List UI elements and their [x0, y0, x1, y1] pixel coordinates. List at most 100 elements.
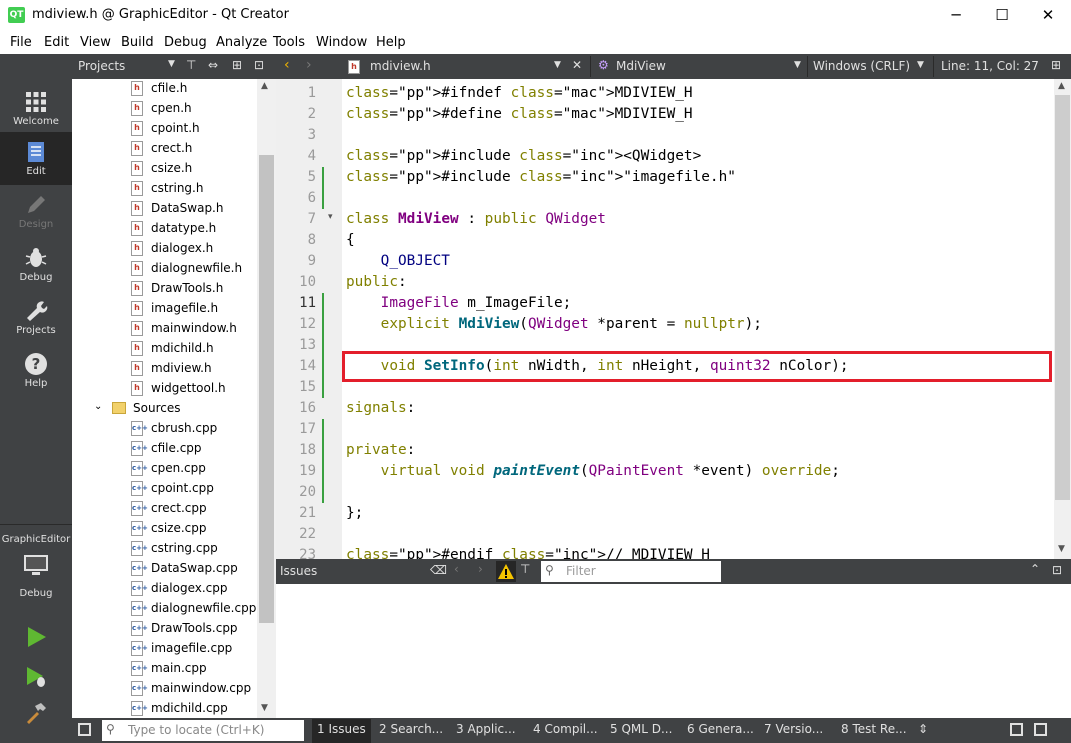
code-line[interactable]: }; — [346, 503, 363, 524]
tree-file-item[interactable]: h mdiview.h — [72, 359, 257, 379]
next-icon[interactable]: › — [478, 562, 483, 576]
tree-file-item[interactable]: h imagefile.h — [72, 299, 257, 319]
link-icon[interactable]: ⇔ — [208, 58, 218, 72]
output-tab-version-control[interactable]: 7 Versio... — [764, 722, 823, 736]
code-text-area[interactable]: class="pp">#ifndef class="mac">MDIVIEW_H… — [276, 79, 1054, 559]
close-document-icon[interactable]: ✕ — [572, 58, 582, 72]
output-tab-compile[interactable]: 4 Compil... — [533, 722, 598, 736]
chevron-down-icon[interactable]: ▼ — [168, 59, 175, 69]
code-line[interactable]: virtual void paintEvent(QPaintEvent *eve… — [346, 461, 840, 482]
build-button[interactable] — [24, 701, 48, 725]
output-tab-issues[interactable]: 1 Issues — [312, 719, 371, 743]
close-button[interactable]: ✕ — [1025, 0, 1071, 31]
tree-file-item[interactable]: c++ DataSwap.cpp — [72, 559, 257, 579]
tree-file-item[interactable]: h mdichild.h — [72, 339, 257, 359]
menu-tools[interactable]: Tools — [273, 35, 305, 50]
minimize-button[interactable]: ─ — [933, 0, 979, 31]
chevron-down-icon[interactable]: ▼ — [917, 60, 924, 70]
menu-view[interactable]: View — [80, 35, 111, 50]
output-tab-test-results[interactable]: 8 Test Re... — [841, 722, 907, 736]
project-tree-scroll-thumb[interactable] — [259, 155, 274, 623]
cursor-position[interactable]: Line: 11, Col: 27 — [941, 59, 1039, 73]
tree-file-item[interactable]: c++ mainwindow.cpp — [72, 679, 257, 699]
code-line[interactable]: signals: — [346, 398, 415, 419]
code-line[interactable]: ImageFile m_ImageFile; — [346, 293, 572, 314]
filter-icon[interactable]: ⊤ — [520, 562, 530, 576]
tree-file-item[interactable]: c++ mdichild.cpp — [72, 699, 257, 718]
mode-projects[interactable]: Projects — [0, 291, 72, 344]
filter-icon[interactable]: ⊤ — [186, 58, 196, 72]
tree-file-item[interactable]: h cfile.h — [72, 79, 257, 99]
tree-file-item[interactable]: c++ crect.cpp — [72, 499, 257, 519]
editor-scroll-thumb[interactable] — [1055, 95, 1070, 500]
tree-file-item[interactable]: c++ dialogex.cpp — [72, 579, 257, 599]
tree-file-item[interactable]: c++ dialognewfile.cpp — [72, 599, 257, 619]
tree-file-item[interactable]: h DrawTools.h — [72, 279, 257, 299]
code-line[interactable]: class="pp">#include class="inc">"imagefi… — [346, 167, 736, 188]
output-tabs-more-icon[interactable]: ⇕ — [918, 722, 928, 736]
menu-edit[interactable]: Edit — [44, 35, 69, 50]
tree-file-item[interactable]: c++ cbrush.cpp — [72, 419, 257, 439]
tree-file-item[interactable]: h widgettool.h — [72, 379, 257, 399]
code-line[interactable]: explicit MdiView(QWidget *parent = nullp… — [346, 314, 762, 335]
mode-design[interactable]: Design — [0, 185, 72, 238]
code-line[interactable]: public: — [346, 272, 407, 293]
tree-file-item[interactable]: h cpen.h — [72, 99, 257, 119]
tree-file-item[interactable]: h cstring.h — [72, 179, 257, 199]
previous-icon[interactable]: ‹ — [454, 562, 459, 576]
tree-file-item[interactable]: c++ cstring.cpp — [72, 539, 257, 559]
locator-input[interactable]: ⚲ Type to locate (Ctrl+K) — [102, 720, 304, 741]
tree-file-item[interactable]: c++ cfile.cpp — [72, 439, 257, 459]
tree-file-item[interactable]: c++ imagefile.cpp — [72, 639, 257, 659]
menu-help[interactable]: Help — [376, 35, 406, 50]
issues-filter-field[interactable]: ⚲ Filter — [541, 561, 721, 582]
tree-file-item[interactable]: c++ cpoint.cpp — [72, 479, 257, 499]
output-tab-qml-debugger[interactable]: 5 QML D... — [610, 722, 672, 736]
run-button[interactable] — [24, 625, 48, 649]
code-line[interactable]: class="pp">#include class="inc"><QWidget… — [346, 146, 701, 167]
clear-icon[interactable]: ⌫ — [430, 563, 447, 577]
output-tab-application[interactable]: 3 Applic... — [456, 722, 516, 736]
code-line[interactable]: { — [346, 230, 355, 251]
debug-run-button[interactable] — [24, 665, 48, 689]
menu-window[interactable]: Window — [316, 35, 367, 50]
symbol-selector[interactable]: MdiView — [616, 59, 666, 73]
toggle-right-sidebar-icon[interactable] — [1034, 723, 1047, 736]
maximize-button[interactable]: ☐ — [979, 0, 1025, 31]
output-tab-general[interactable]: 6 Genera... — [687, 722, 754, 736]
projects-panel-title[interactable]: Projects — [78, 59, 125, 73]
close-pane-icon[interactable]: ⊡ — [1052, 563, 1062, 577]
tree-folder-sources[interactable]: ⌄ Sources — [72, 399, 257, 419]
tree-file-item[interactable]: h mainwindow.h — [72, 319, 257, 339]
open-file-name[interactable]: mdiview.h — [370, 59, 431, 73]
kit-selector[interactable] — [22, 552, 50, 580]
scroll-down-icon[interactable]: ▼ — [261, 703, 268, 713]
scroll-down-icon[interactable]: ▼ — [1058, 544, 1065, 554]
tree-file-item[interactable]: h dialognewfile.h — [72, 259, 257, 279]
menu-debug[interactable]: Debug — [164, 35, 207, 50]
issues-list[interactable] — [276, 584, 1071, 718]
tree-file-item[interactable]: h csize.h — [72, 159, 257, 179]
chevron-down-icon[interactable]: ▼ — [554, 60, 561, 70]
warning-toggle[interactable] — [496, 561, 516, 582]
chevron-down-icon[interactable]: ▼ — [794, 60, 801, 70]
line-ending-selector[interactable]: Windows (CRLF) — [813, 59, 910, 73]
tree-file-item[interactable]: c++ csize.cpp — [72, 519, 257, 539]
mode-debug[interactable]: Debug — [0, 238, 72, 291]
scroll-up-icon[interactable]: ▲ — [261, 81, 268, 91]
split-icon[interactable]: ⊞ — [232, 58, 242, 72]
code-line[interactable]: private: — [346, 440, 415, 461]
tree-file-item[interactable]: c++ main.cpp — [72, 659, 257, 679]
code-line[interactable]: Q_OBJECT — [346, 251, 450, 272]
code-line[interactable]: class MdiView : public QWidget — [346, 209, 606, 230]
code-line[interactable]: class="pp">#endif class="inc">// MDIVIEW… — [346, 545, 710, 559]
tree-file-item[interactable]: h DataSwap.h — [72, 199, 257, 219]
code-line[interactable]: class="pp">#ifndef class="mac">MDIVIEW_H — [346, 83, 693, 104]
back-icon[interactable]: ‹ — [284, 57, 290, 73]
code-line[interactable]: class="pp">#define class="mac">MDIVIEW_H — [346, 104, 693, 125]
menu-analyze[interactable]: Analyze — [216, 35, 267, 50]
scroll-up-icon[interactable]: ▲ — [1058, 81, 1065, 91]
tree-file-item[interactable]: h crect.h — [72, 139, 257, 159]
tree-file-item[interactable]: c++ DrawTools.cpp — [72, 619, 257, 639]
toggle-sidebar-icon[interactable] — [78, 723, 91, 736]
